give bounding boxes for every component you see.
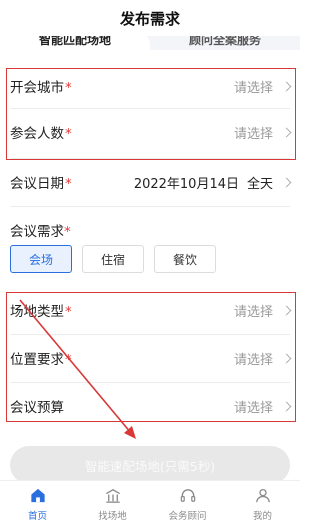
- date-duration: 全天: [246, 176, 273, 192]
- page-title: 发布需求: [119, 10, 180, 28]
- tabbar-label: 我的: [252, 511, 272, 522]
- tabbar-label: 首页: [27, 511, 47, 522]
- home-icon: [30, 488, 45, 503]
- chevron-right-icon: [281, 177, 292, 187]
- date-value: 2022年10月14日 全天: [134, 173, 292, 192]
- annotation-box-bottom: [6, 292, 296, 422]
- tabbar-item-mine[interactable]: 我的: [225, 481, 300, 522]
- page-header: 发布需求: [0, 0, 300, 36]
- tabbar-item-consultant[interactable]: 会务顾问: [150, 481, 225, 522]
- option-catering[interactable]: 餐饮: [154, 245, 216, 273]
- option-venue[interactable]: 会场: [10, 245, 72, 273]
- mode-tabs: 智能匹配场地 顾问全案服务: [0, 36, 300, 50]
- smart-match-button[interactable]: 智能速配场地(只需5秒): [10, 446, 290, 484]
- venue-icon: [105, 489, 120, 503]
- tabbar-item-home[interactable]: 首页: [0, 481, 75, 522]
- tabbar-label: 会务顾问: [168, 511, 207, 522]
- required-mark: *: [65, 176, 72, 192]
- tabbar-item-find-venue[interactable]: 找场地: [75, 481, 150, 522]
- annotation-box-top: [6, 68, 296, 160]
- bottom-tab-bar: 首页 找场地 会务顾问 我的: [0, 480, 300, 522]
- required-mark: *: [64, 224, 71, 240]
- tab-smart-match[interactable]: 智能匹配场地: [0, 36, 150, 50]
- tabbar-label: 找场地: [98, 511, 127, 522]
- tab-consultant-service[interactable]: 顾问全案服务: [150, 36, 300, 50]
- needs-label: 会议需求*: [10, 224, 71, 240]
- headset-icon: [180, 489, 195, 502]
- date-row[interactable]: 会议日期* 2022年10月14日 全天: [10, 160, 292, 204]
- date-label: 会议日期*: [10, 176, 72, 192]
- user-icon: [255, 488, 270, 503]
- divider: [10, 206, 290, 207]
- option-lodging[interactable]: 住宿: [82, 245, 144, 273]
